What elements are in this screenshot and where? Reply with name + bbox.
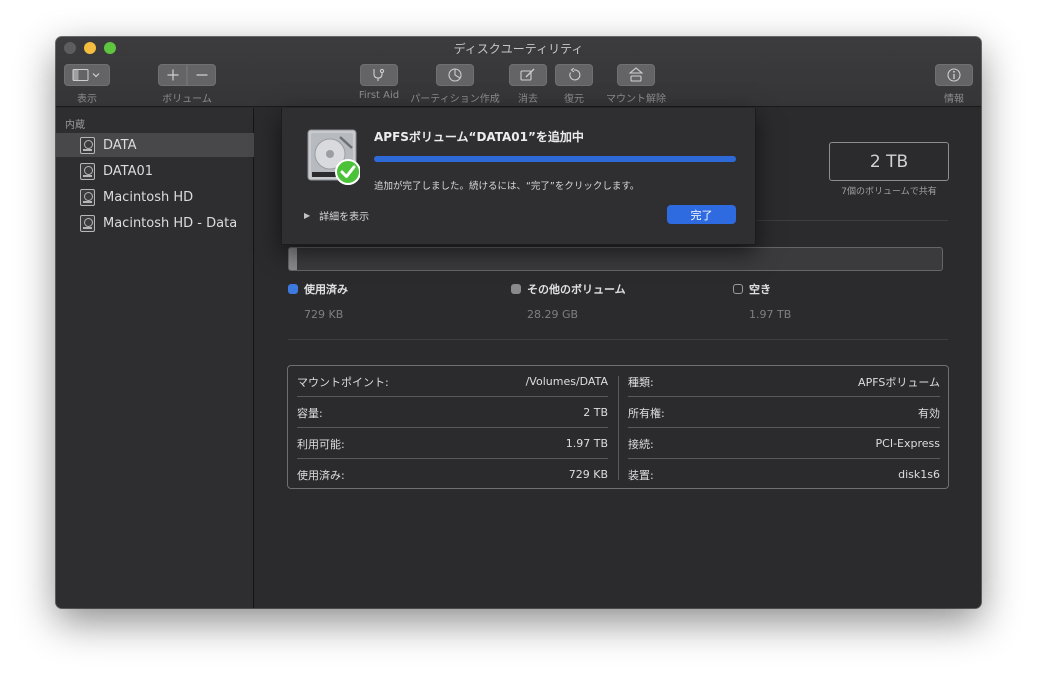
info-column-right: 種類: APFSボリューム 所有権: 有効 接続: PCI-Express 装置… bbox=[619, 366, 940, 490]
legend-free-value: 1.97 TB bbox=[749, 308, 792, 321]
hard-drive-check-icon bbox=[307, 129, 360, 185]
sidebar-item-label: DATA bbox=[103, 137, 137, 153]
sidebar-section-internal: 内蔵 bbox=[65, 120, 85, 131]
info-value: APFSボリューム bbox=[858, 375, 940, 389]
legend-free-label: 空き bbox=[749, 283, 771, 296]
disk-icon bbox=[80, 136, 95, 154]
partition-button[interactable] bbox=[436, 64, 474, 86]
info-row-type: 種類: APFSボリューム bbox=[619, 366, 940, 397]
sidebar-item-label: DATA01 bbox=[103, 163, 154, 179]
plus-icon bbox=[167, 69, 178, 81]
usage-bar-used bbox=[289, 248, 297, 270]
done-button[interactable]: 完了 bbox=[667, 205, 736, 224]
legend-other-label: その他のボリューム bbox=[527, 283, 626, 296]
info-row-device: 装置: disk1s6 bbox=[619, 459, 940, 490]
disk-icon bbox=[80, 162, 95, 180]
remove-volume-button[interactable] bbox=[187, 64, 216, 86]
first-aid-label: First Aid bbox=[358, 90, 400, 101]
info-value: 729 KB bbox=[568, 468, 608, 481]
sidebar-item-data[interactable]: DATA bbox=[56, 133, 254, 157]
legend-used-label: 使用済み bbox=[304, 283, 348, 296]
disk-icon bbox=[80, 214, 95, 232]
info-value: PCI-Express bbox=[875, 437, 940, 450]
usage-bar bbox=[288, 247, 943, 271]
pie-partition-icon bbox=[448, 68, 462, 82]
legend-other-value: 28.29 GB bbox=[527, 308, 579, 321]
info-row-available: 利用可能: 1.97 TB bbox=[288, 428, 608, 459]
show-details-label: 詳細を表示 bbox=[319, 212, 370, 223]
legend-free-swatch bbox=[733, 284, 743, 294]
info-button[interactable] bbox=[935, 64, 973, 86]
capacity-box: 2 TB bbox=[829, 142, 949, 181]
info-row-mount-point: マウントポイント: /Volumes/DATA bbox=[288, 366, 608, 397]
view-label: 表示 bbox=[77, 94, 97, 105]
minus-icon bbox=[196, 74, 207, 76]
info-label: 種類: bbox=[628, 375, 654, 389]
legend-used: 使用済み 729 KB bbox=[288, 281, 348, 321]
info-label: 所有権: bbox=[628, 406, 665, 420]
toolbar: ディスクユーティリティ 表示 ボリューム First Aid パーティション作成… bbox=[56, 37, 981, 107]
info-label: 利用可能: bbox=[297, 437, 345, 451]
eject-icon bbox=[629, 67, 643, 82]
legend-other-swatch bbox=[511, 284, 521, 294]
legend-other-volumes: その他のボリューム 28.29 GB bbox=[511, 281, 626, 321]
info-label: 装置: bbox=[628, 468, 654, 482]
show-details-toggle[interactable]: ▶ 詳細を表示 bbox=[304, 208, 369, 223]
progress-bar bbox=[374, 156, 736, 162]
info-value: 1.97 TB bbox=[565, 437, 608, 450]
erase-button[interactable] bbox=[509, 64, 547, 86]
info-value: disk1s6 bbox=[898, 468, 940, 481]
info-column-left: マウントポイント: /Volumes/DATA 容量: 2 TB 利用可能: 1… bbox=[288, 366, 608, 490]
sidebar-item-macintosh-hd[interactable]: Macintosh HD bbox=[56, 185, 254, 209]
disk-icon bbox=[80, 188, 95, 206]
volume-info-table: マウントポイント: /Volumes/DATA 容量: 2 TB 利用可能: 1… bbox=[287, 365, 949, 489]
add-volume-progress-sheet: APFSボリューム“DATA01”を追加中 追加が完了しました。続けるには、“完… bbox=[281, 108, 756, 245]
sidebar-item-data01[interactable]: DATA01 bbox=[56, 159, 254, 183]
divider bbox=[288, 339, 948, 340]
sidebar-item-macintosh-hd-data[interactable]: Macintosh HD - Data bbox=[56, 211, 254, 235]
info-value: /Volumes/DATA bbox=[525, 375, 608, 388]
volume-label: ボリューム bbox=[162, 94, 212, 105]
sidebar-item-label: Macintosh HD - Data bbox=[103, 215, 238, 231]
info-label: 使用済み: bbox=[297, 468, 345, 482]
info-label: 容量: bbox=[297, 406, 323, 420]
sidebar: 内蔵 DATA DATA01 Macintosh HD Macintosh HD… bbox=[56, 108, 254, 608]
erase-icon bbox=[520, 68, 535, 81]
sheet-title: APFSボリューム“DATA01”を追加中 bbox=[374, 130, 584, 144]
info-icon bbox=[947, 68, 961, 82]
info-row-capacity: 容量: 2 TB bbox=[288, 397, 608, 428]
legend-free: 空き 1.97 TB bbox=[733, 281, 791, 321]
info-value: 2 TB bbox=[583, 406, 608, 419]
restore-button[interactable] bbox=[555, 64, 593, 86]
sheet-message: 追加が完了しました。続けるには、“完了”をクリックします。 bbox=[374, 181, 640, 192]
capacity-shared-note: 7個のボリュームで共有 bbox=[841, 187, 937, 197]
info-label: マウントポイント: bbox=[297, 375, 389, 389]
erase-label: 消去 bbox=[518, 94, 538, 105]
info-label: 情報 bbox=[944, 94, 964, 105]
view-button[interactable] bbox=[64, 64, 110, 86]
info-row-used: 使用済み: 729 KB bbox=[288, 459, 608, 490]
legend-used-swatch bbox=[288, 284, 298, 294]
progress-bar-fill bbox=[374, 156, 736, 162]
info-value: 有効 bbox=[918, 406, 940, 420]
partition-label: パーティション作成 bbox=[410, 94, 500, 105]
sidebar-item-label: Macintosh HD bbox=[103, 189, 194, 205]
info-row-connection: 接続: PCI-Express bbox=[619, 428, 940, 459]
info-row-owners: 所有権: 有効 bbox=[619, 397, 940, 428]
restore-icon bbox=[569, 68, 581, 81]
window-title: ディスクユーティリティ bbox=[453, 42, 584, 56]
stethoscope-icon bbox=[373, 68, 385, 81]
info-label: 接続: bbox=[628, 437, 654, 451]
first-aid-button[interactable] bbox=[360, 64, 398, 86]
add-volume-button[interactable] bbox=[158, 64, 187, 86]
sidebar-icon bbox=[72, 69, 100, 81]
restore-label: 復元 bbox=[564, 94, 584, 105]
legend-used-value: 729 KB bbox=[304, 308, 344, 321]
unmount-button[interactable] bbox=[617, 64, 655, 86]
disk-utility-window: ディスクユーティリティ 表示 ボリューム First Aid パーティション作成… bbox=[56, 37, 981, 608]
disclosure-triangle-icon: ▶ bbox=[304, 211, 311, 220]
unmount-label: マウント解除 bbox=[606, 94, 666, 105]
